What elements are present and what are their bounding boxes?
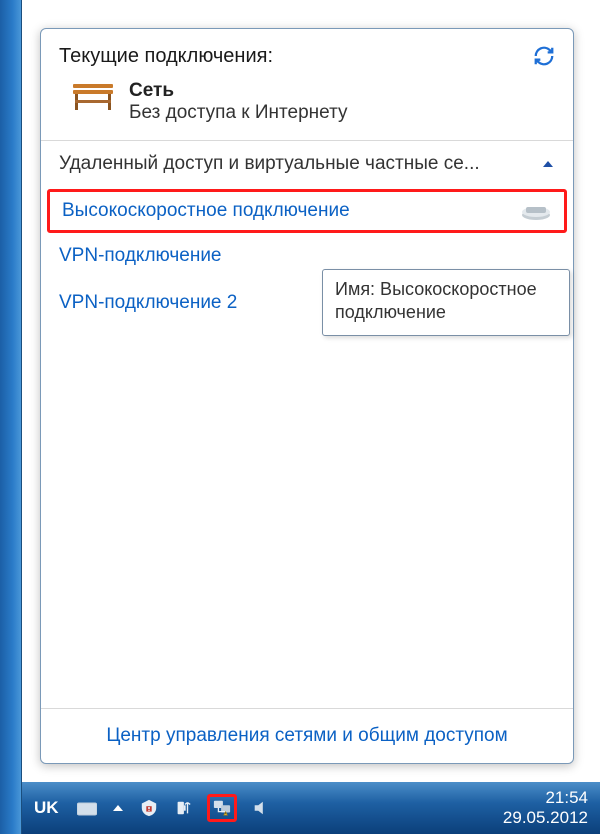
connection-label: Высокоскоростное подключение bbox=[62, 200, 350, 222]
language-indicator[interactable]: UK bbox=[30, 796, 63, 820]
bench-icon bbox=[71, 80, 115, 114]
section-header-dialup-vpn[interactable]: Удаленный доступ и виртуальные частные с… bbox=[41, 141, 573, 187]
network-name: Сеть bbox=[129, 80, 348, 102]
popup-body: Удаленный доступ и виртуальные частные с… bbox=[41, 141, 573, 708]
network-connections-popup: Текущие подключения: Сеть Без доступа к … bbox=[40, 28, 574, 764]
popup-title: Текущие подключения: bbox=[59, 45, 273, 68]
connection-label: VPN-подключение bbox=[59, 245, 222, 267]
action-center-icon[interactable] bbox=[139, 799, 159, 817]
power-icon[interactable] bbox=[173, 799, 193, 817]
connection-label: VPN-подключение 2 bbox=[59, 292, 237, 314]
section-header-label: Удаленный доступ и виртуальные частные с… bbox=[59, 153, 480, 175]
clock-date: 29.05.2012 bbox=[503, 808, 588, 828]
taskbar-tray: UK bbox=[30, 794, 503, 822]
connection-tooltip: Имя: Высокоскоростное подключение bbox=[322, 269, 570, 336]
volume-icon[interactable] bbox=[251, 799, 271, 817]
current-network-row: Сеть Без доступа к Интернету bbox=[41, 76, 573, 140]
network-status: Без доступа к Интернету bbox=[129, 102, 348, 124]
modem-icon bbox=[520, 201, 552, 221]
network-info: Сеть Без доступа к Интернету bbox=[129, 80, 348, 124]
clock-time: 21:54 bbox=[503, 788, 588, 808]
taskbar-clock[interactable]: 21:54 29.05.2012 bbox=[503, 788, 592, 829]
network-tray-highlight bbox=[207, 794, 237, 822]
tooltip-text: Имя: Высокоскоростное подключение bbox=[335, 279, 537, 322]
taskbar: UK bbox=[22, 782, 600, 834]
chevron-up-icon bbox=[541, 157, 555, 171]
popup-header: Текущие подключения: bbox=[41, 29, 573, 76]
keyboard-icon[interactable] bbox=[77, 799, 97, 817]
network-tray-icon[interactable] bbox=[212, 799, 232, 817]
connection-highspeed[interactable]: Высокоскоростное подключение bbox=[47, 189, 567, 233]
desktop-background-strip bbox=[0, 0, 22, 834]
popup-footer: Центр управления сетями и общим доступом bbox=[41, 708, 573, 763]
modem-icon-partial bbox=[523, 254, 555, 258]
tray-overflow-icon[interactable] bbox=[111, 801, 125, 815]
network-center-link[interactable]: Центр управления сетями и общим доступом bbox=[106, 725, 507, 746]
refresh-icon[interactable] bbox=[533, 45, 555, 67]
